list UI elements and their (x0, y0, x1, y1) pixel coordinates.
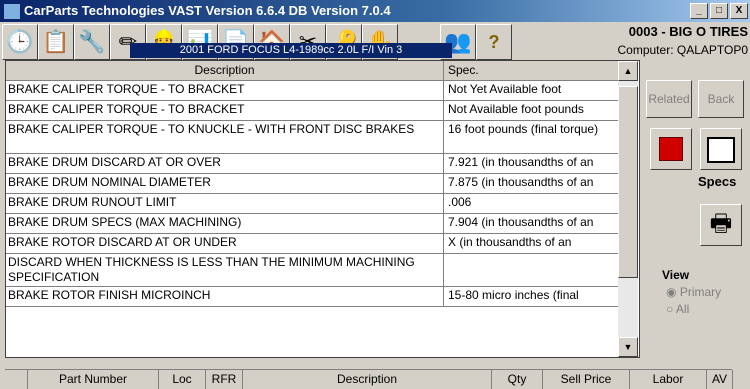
spec-value: Not Available foot pounds (448, 102, 584, 116)
spec-description: BRAKE DRUM NOMINAL DIAMETER (8, 175, 211, 189)
parts-grid-header: Part Number Loc RFR Description Qty Sell… (5, 369, 733, 389)
radio-empty-icon: ○ (666, 302, 674, 316)
grid-scrollbar[interactable]: ▲ ▼ (618, 61, 638, 357)
spec-value: X (in thousandths of an (448, 235, 572, 249)
cube-icon (659, 137, 683, 161)
spec-row[interactable]: BRAKE DRUM RUNOUT LIMIT .006 (6, 194, 618, 214)
radio-selected-icon: ◉ (666, 285, 677, 299)
spec-row[interactable]: DISCARD WHEN THICKNESS IS LESS THAN THE … (6, 254, 618, 287)
close-button[interactable]: X (730, 3, 748, 19)
spec-row[interactable]: BRAKE ROTOR FINISH MICROINCH 15-80 micro … (6, 287, 618, 307)
spec-description: BRAKE CALIPER TORQUE - TO BRACKET (8, 82, 245, 96)
spec-row[interactable]: BRAKE CALIPER TORQUE - TO KNUCKLE - WITH… (6, 121, 618, 154)
spec-value: 15-80 micro inches (final (448, 288, 579, 302)
column-header-spec[interactable]: Spec. (444, 61, 622, 80)
spec-description: BRAKE DRUM SPECS (MAX MACHINING) (8, 215, 242, 229)
spec-description: DISCARD WHEN THICKNESS IS LESS THAN THE … (8, 255, 415, 284)
computer-name: Computer: QALAPTOP0 (617, 43, 749, 57)
title-bar: CarParts Technologies VAST Version 6.6.4… (0, 0, 750, 22)
spec-value: .006 (448, 195, 472, 209)
primary-radio[interactable]: ◉ Primary (666, 285, 721, 299)
spec-value: 7.921 (in thousandths of an (448, 155, 594, 169)
spec-description: BRAKE ROTOR FINISH MICROINCH (8, 288, 211, 302)
spec-value: 16 foot pounds (final torque) (448, 122, 599, 136)
spec-description: BRAKE DRUM DISCARD AT OR OVER (8, 155, 221, 169)
scroll-thumb[interactable] (618, 86, 638, 278)
spec-value: 7.875 (in thousandths of an (448, 175, 594, 189)
app-icon (3, 3, 21, 20)
parts-cube-button[interactable] (650, 128, 692, 170)
view-label: View (662, 268, 690, 282)
specs-icon (707, 137, 735, 163)
spec-row[interactable]: BRAKE DRUM SPECS (MAX MACHINING) 7.904 (i… (6, 214, 618, 234)
scroll-down-button[interactable]: ▼ (618, 337, 638, 357)
all-radio[interactable]: ○ All (666, 302, 721, 316)
specs-label: Specs (698, 174, 737, 189)
back-button[interactable]: Back (698, 80, 744, 118)
clock-icon[interactable]: 🕒 (2, 24, 38, 60)
parts-icon[interactable]: 🔧 (74, 24, 110, 60)
spec-description: BRAKE ROTOR DISCARD AT OR UNDER (8, 235, 237, 249)
grid-header: Description Spec. (6, 61, 622, 81)
minimize-button[interactable]: _ (690, 3, 708, 19)
vehicle-banner: 2001 FORD FOCUS L4-1989cc 2.0L F/I Vin 3 (130, 43, 452, 58)
spec-description: BRAKE DRUM RUNOUT LIMIT (8, 195, 177, 209)
spec-row[interactable]: BRAKE CALIPER TORQUE - TO BRACKET Not Yet… (6, 81, 618, 101)
related-button[interactable]: Related (646, 80, 692, 118)
view-group: View ◉ Primary ○ All (662, 268, 721, 316)
worksheet-icon[interactable]: 📋 (38, 24, 74, 60)
spec-grid: Description Spec. BRAKE CALIPER TORQUE -… (5, 60, 640, 358)
specs-toggle-button[interactable] (700, 128, 742, 170)
store-info: 0003 - BIG O TIRES Computer: QALAPTOP0 (618, 24, 749, 57)
maximize-button[interactable]: □ (710, 3, 728, 19)
store-code: 0003 - BIG O TIRES (628, 24, 748, 39)
spec-value: Not Yet Available foot (448, 82, 562, 96)
scroll-up-button[interactable]: ▲ (618, 61, 638, 81)
spec-row[interactable]: BRAKE DRUM NOMINAL DIAMETER 7.875 (in tho… (6, 174, 618, 194)
spec-description: BRAKE CALIPER TORQUE - TO BRACKET (8, 102, 245, 116)
spec-row[interactable]: BRAKE ROTOR DISCARD AT OR UNDER X (in tho… (6, 234, 618, 254)
column-header-description[interactable]: Description (6, 61, 444, 80)
print-button[interactable]: 🖶 (700, 204, 742, 246)
spec-value: 7.904 (in thousandths of an (448, 215, 594, 229)
spec-description: BRAKE CALIPER TORQUE - TO KNUCKLE - WITH… (8, 122, 415, 136)
spec-row[interactable]: BRAKE CALIPER TORQUE - TO BRACKET Not Ava… (6, 101, 618, 121)
spec-row[interactable]: BRAKE DRUM DISCARD AT OR OVER 7.921 (in t… (6, 154, 618, 174)
question-icon[interactable]: ? (476, 24, 512, 60)
printer-icon: 🖶 (709, 210, 733, 237)
window-title: CarParts Technologies VAST Version 6.6.4… (24, 3, 391, 18)
